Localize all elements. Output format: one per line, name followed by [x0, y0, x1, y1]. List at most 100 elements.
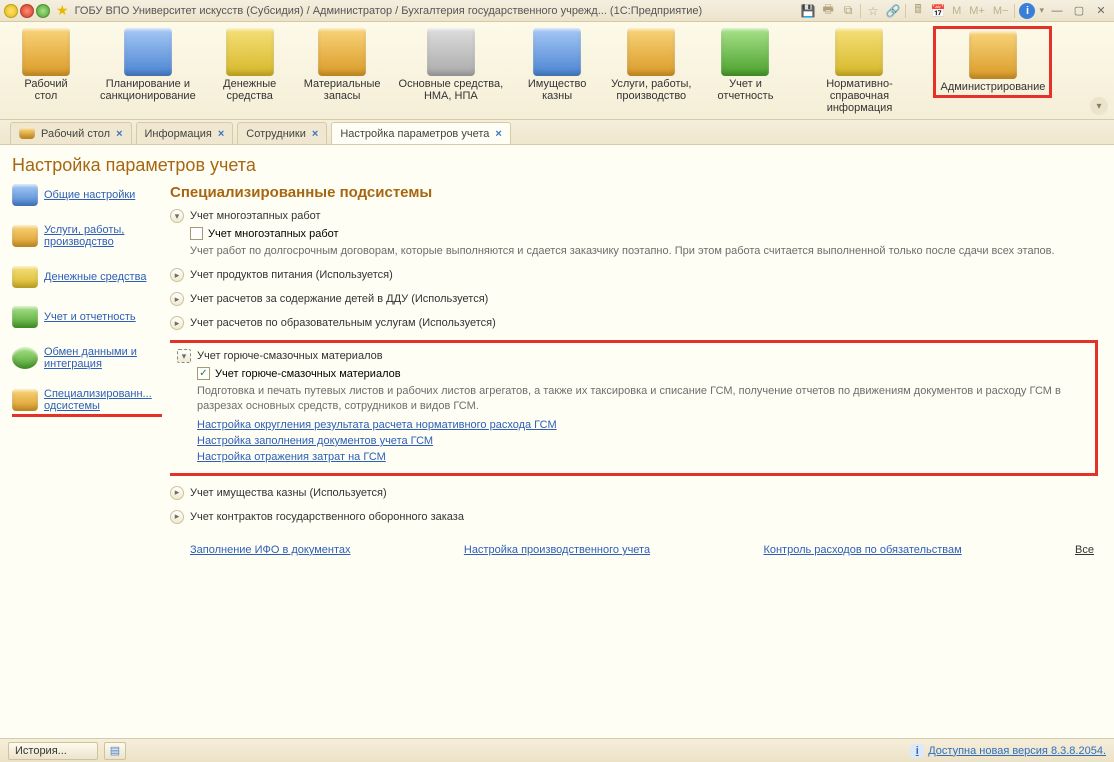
- block-title: Учет расчетов за содержание детей в ДДУ …: [190, 293, 488, 305]
- section-cash[interactable]: Денежныесредства: [210, 26, 290, 104]
- sidenav-label: Специализированн... одсистемы: [44, 388, 162, 412]
- dropdown-icon[interactable]: ▾: [1039, 5, 1044, 16]
- section-assets[interactable]: Основные средства,НМА, НПА: [395, 26, 508, 104]
- checkbox-icon[interactable]: [190, 227, 203, 240]
- block-head[interactable]: Учет контрактов государственного оборонн…: [170, 510, 1098, 524]
- footer-link-ifo[interactable]: Заполнение ИФО в документах: [190, 544, 351, 556]
- copy-icon[interactable]: ⧉: [840, 3, 856, 19]
- sidenav-cash[interactable]: Денежные средства: [12, 266, 162, 288]
- close-icon[interactable]: ✕: [1092, 4, 1110, 18]
- tab-settings[interactable]: Настройка параметров учета ×: [331, 122, 510, 144]
- specialized-icon: [12, 389, 38, 411]
- section-admin[interactable]: Администрирование: [933, 26, 1052, 98]
- sidenav-specialized[interactable]: Специализированн... одсистемы: [12, 388, 162, 417]
- calendar-icon[interactable]: 📅: [930, 3, 946, 19]
- block-head[interactable]: Учет горюче-смазочных материалов: [177, 349, 1087, 363]
- section-label: Материальныезапасы: [304, 78, 381, 102]
- tab-info[interactable]: Информация ×: [136, 122, 234, 144]
- section-treasury[interactable]: Имуществоказны: [517, 26, 597, 104]
- tab-close-icon[interactable]: ×: [495, 128, 501, 140]
- panel-toggle-button[interactable]: ▤: [104, 742, 126, 760]
- section-services[interactable]: Услуги, работы,производство: [607, 26, 695, 104]
- checkbox-row[interactable]: ✓ Учет горюче-смазочных материалов: [197, 367, 1087, 380]
- treasury-icon: [533, 28, 581, 76]
- block-title: Учет продуктов питания (Используется): [190, 269, 393, 281]
- checkbox-icon[interactable]: ✓: [197, 367, 210, 380]
- panel-toggle-icon: ▤: [110, 744, 120, 757]
- memory-minus[interactable]: M−: [991, 5, 1011, 17]
- print-icon[interactable]: 🖶: [820, 3, 836, 19]
- link-icon[interactable]: 🔗: [885, 3, 901, 19]
- checkbox-row[interactable]: Учет многоэтапных работ: [190, 227, 1098, 240]
- block-title: Учет контрактов государственного оборонн…: [190, 511, 464, 523]
- sidenav-general[interactable]: Общие настройки: [12, 184, 162, 206]
- footer-link-prod[interactable]: Настройка производственного учета: [464, 544, 650, 556]
- block-gsm: Учет горюче-смазочных материалов ✓ Учет …: [170, 340, 1098, 476]
- toggle-icon[interactable]: [170, 316, 184, 330]
- toggle-icon[interactable]: [170, 209, 184, 223]
- section-label: Денежныесредства: [223, 78, 276, 102]
- section-label: Имуществоказны: [528, 78, 587, 102]
- section-planning[interactable]: Планирование исанкционирование: [96, 26, 200, 104]
- toggle-icon[interactable]: [170, 292, 184, 306]
- checkbox-label: Учет многоэтапных работ: [208, 228, 339, 240]
- services-side-icon: [12, 225, 38, 247]
- tab-employees[interactable]: Сотрудники ×: [237, 122, 327, 144]
- info-icon[interactable]: i: [1019, 3, 1035, 19]
- maximize-icon[interactable]: ▢: [1070, 4, 1088, 18]
- block-head[interactable]: Учет многоэтапных работ: [170, 209, 1098, 223]
- footer-link-all[interactable]: Все: [1075, 544, 1094, 556]
- toggle-icon[interactable]: [170, 486, 184, 500]
- sidenav-exchange[interactable]: Обмен данными и интеграция: [12, 346, 162, 370]
- save-icon[interactable]: 💾: [800, 3, 816, 19]
- section-normative[interactable]: Нормативно-справочнаяинформация: [795, 26, 923, 116]
- toggle-icon[interactable]: [170, 510, 184, 524]
- block-head[interactable]: Учет расчетов за содержание детей в ДДУ …: [170, 292, 1098, 306]
- tabs-row: Рабочий стол × Информация × Сотрудники ×…: [0, 120, 1114, 145]
- tab-label: Сотрудники: [246, 128, 306, 140]
- section-desktop[interactable]: Рабочийстол: [6, 26, 86, 104]
- star-icon[interactable]: ★: [56, 2, 69, 19]
- memory-plus[interactable]: M+: [967, 5, 987, 17]
- desktop-tab-icon: [19, 127, 35, 141]
- tab-close-icon[interactable]: ×: [312, 128, 318, 140]
- section-label: Администрирование: [940, 81, 1045, 93]
- gsm-link-filling[interactable]: Настройка заполнения документов учета ГС…: [197, 435, 433, 447]
- block-head[interactable]: Учет имущества казны (Используется): [170, 486, 1098, 500]
- system-circle-3[interactable]: [36, 4, 50, 18]
- block-head[interactable]: Учет расчетов по образовательным услугам…: [170, 316, 1098, 330]
- system-circle-2[interactable]: [20, 4, 34, 18]
- sidenav-services[interactable]: Услуги, работы, производство: [12, 224, 162, 248]
- tab-close-icon[interactable]: ×: [116, 128, 122, 140]
- page-title: Настройка параметров учета: [12, 155, 1102, 176]
- tab-label: Информация: [145, 128, 212, 140]
- system-circle-1[interactable]: [4, 4, 18, 18]
- section-label: Учет иотчетность: [718, 78, 774, 102]
- section-reporting[interactable]: Учет иотчетность: [705, 26, 785, 104]
- memory-clear[interactable]: M: [950, 5, 963, 17]
- update-notice[interactable]: i Доступна новая версия 8.3.8.2054.: [910, 744, 1106, 758]
- block-treasury-prop: Учет имущества казны (Используется): [170, 486, 1098, 500]
- sidenav-label: Обмен данными и интеграция: [44, 346, 162, 370]
- reporting-icon: [721, 28, 769, 76]
- toggle-icon[interactable]: [177, 349, 191, 363]
- services-icon: [627, 28, 675, 76]
- gsm-link-rounding[interactable]: Настройка округления результата расчета …: [197, 419, 557, 431]
- sidenav-reporting[interactable]: Учет и отчетность: [12, 306, 162, 328]
- calculator-icon[interactable]: 🖩: [910, 3, 926, 19]
- section-materials[interactable]: Материальныезапасы: [300, 26, 385, 104]
- sidenav-label: Услуги, работы, производство: [44, 224, 162, 248]
- tab-desktop[interactable]: Рабочий стол ×: [10, 122, 132, 144]
- block-head[interactable]: Учет продуктов питания (Используется): [170, 268, 1098, 282]
- tab-close-icon[interactable]: ×: [218, 128, 224, 140]
- minimize-icon[interactable]: —: [1048, 4, 1066, 18]
- favorite-icon[interactable]: ☆: [865, 3, 881, 19]
- footer-link-control[interactable]: Контроль расходов по обязательствам: [763, 544, 961, 556]
- gsm-link-costs[interactable]: Настройка отражения затрат на ГСМ: [197, 451, 386, 463]
- titlebar: ★ ГОБУ ВПО Университет искусств (Субсиди…: [0, 0, 1114, 22]
- toggle-icon[interactable]: [170, 268, 184, 282]
- tab-label: Настройка параметров учета: [340, 128, 489, 140]
- history-button[interactable]: История...: [8, 742, 98, 760]
- content: Специализированные подсистемы Учет много…: [170, 184, 1102, 738]
- section-dropdown-icon[interactable]: ▾: [1090, 97, 1108, 115]
